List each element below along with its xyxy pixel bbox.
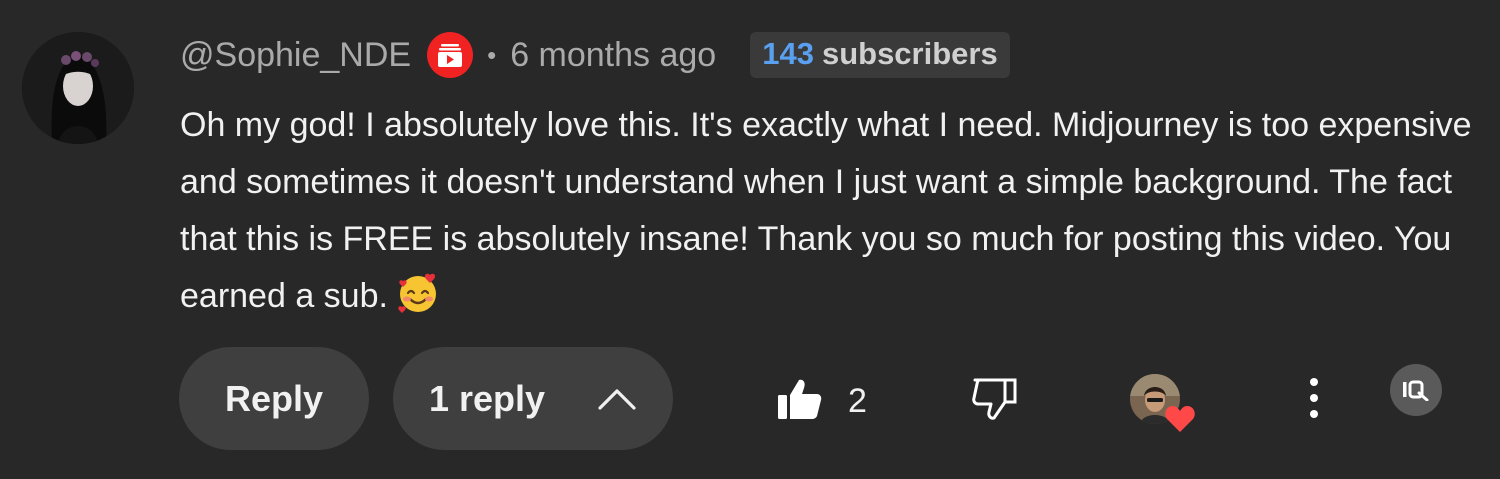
creator-heart[interactable] bbox=[1130, 374, 1200, 438]
avatar-image bbox=[22, 32, 134, 144]
smiling-face-with-hearts-icon bbox=[396, 271, 440, 315]
reply-button[interactable]: Reply bbox=[179, 347, 369, 450]
youtube-creator-icon bbox=[427, 32, 474, 78]
subscriber-badge: 143 subscribers bbox=[750, 32, 1010, 78]
extension-icon[interactable] bbox=[1390, 364, 1442, 416]
replies-label: 1 reply bbox=[429, 377, 546, 419]
comment-text: Oh my god! I absolutely love this. It's … bbox=[180, 106, 1472, 315]
subscriber-count: 143 bbox=[762, 36, 814, 71]
author-avatar[interactable] bbox=[22, 32, 134, 144]
comment-header: @Sophie_NDE • 6 months ago 143 subscribe… bbox=[180, 28, 1010, 82]
more-vertical-icon[interactable] bbox=[1300, 376, 1328, 425]
chevron-up-icon bbox=[597, 387, 637, 411]
thumbs-up-icon[interactable] bbox=[776, 376, 822, 427]
separator-dot: • bbox=[487, 39, 497, 70]
heart-icon bbox=[1164, 404, 1196, 439]
comment-body: Oh my god! I absolutely love this. It's … bbox=[180, 97, 1495, 325]
reply-label: Reply bbox=[224, 377, 324, 419]
thumbs-down-icon[interactable] bbox=[972, 376, 1018, 427]
comment-timestamp[interactable]: 6 months ago bbox=[510, 36, 716, 75]
author-handle[interactable]: @Sophie_NDE bbox=[180, 36, 411, 75]
like-count: 2 bbox=[848, 382, 867, 420]
view-replies-button[interactable]: 1 reply bbox=[393, 347, 673, 450]
like-control: 2 bbox=[776, 376, 867, 427]
subscriber-label: subscribers bbox=[821, 36, 998, 71]
